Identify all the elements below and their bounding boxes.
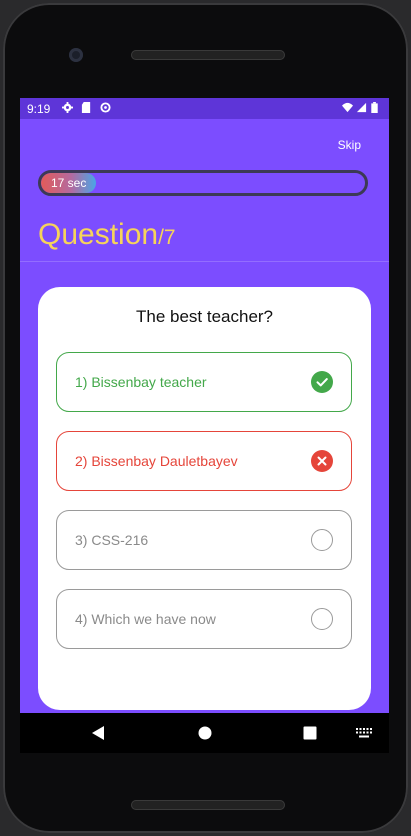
question-counter: Question/7	[38, 218, 176, 252]
skip-button[interactable]: Skip	[338, 138, 361, 152]
answer-option-2[interactable]: 2) Bissenbay Dauletbayev	[56, 431, 352, 491]
check-icon	[311, 371, 333, 393]
answer-option-label: 1) Bissenbay teacher	[75, 374, 207, 390]
bottom-speaker	[131, 800, 285, 810]
status-time: 9:19	[27, 102, 51, 116]
header-divider	[20, 261, 389, 262]
status-bar: 9:19	[20, 98, 389, 119]
home-icon[interactable]	[197, 725, 213, 741]
front-camera	[69, 48, 83, 62]
close-icon	[311, 450, 333, 472]
question-total: /7	[158, 226, 176, 249]
answer-option-1[interactable]: 1) Bissenbay teacher	[56, 352, 352, 412]
wifi-icon	[342, 102, 353, 113]
back-icon[interactable]	[91, 725, 105, 741]
sd-card-icon	[81, 102, 91, 113]
recents-icon[interactable]	[303, 726, 317, 740]
signal-icon	[356, 102, 367, 113]
question-word: Question	[38, 218, 159, 251]
answer-option-3[interactable]: 3) CSS-216	[56, 510, 352, 570]
battery-icon	[371, 102, 378, 113]
sync-icon	[100, 102, 111, 113]
timer-progress-bar: 17 sec	[38, 170, 368, 196]
timer-text: 17 sec	[51, 176, 87, 190]
answer-option-label: 4) Which we have now	[75, 611, 216, 627]
question-text: The best teacher?	[135, 307, 274, 326]
question-card: The best teacher? 1) Bissenbay teacher 2…	[38, 287, 371, 710]
keyboard-icon[interactable]	[356, 728, 372, 738]
app-screen: 9:19 Skip 17 sec Question/7 The best tea…	[20, 98, 389, 745]
radio-empty-icon	[311, 608, 333, 630]
answer-option-4[interactable]: 4) Which we have now	[56, 589, 352, 649]
answer-option-label: 2) Bissenbay Dauletbayev	[75, 453, 238, 469]
gear-icon	[62, 102, 73, 113]
radio-empty-icon	[311, 529, 333, 551]
answer-option-label: 3) CSS-216	[75, 532, 149, 548]
navigation-bar	[20, 713, 389, 753]
earpiece-speaker	[131, 50, 285, 60]
